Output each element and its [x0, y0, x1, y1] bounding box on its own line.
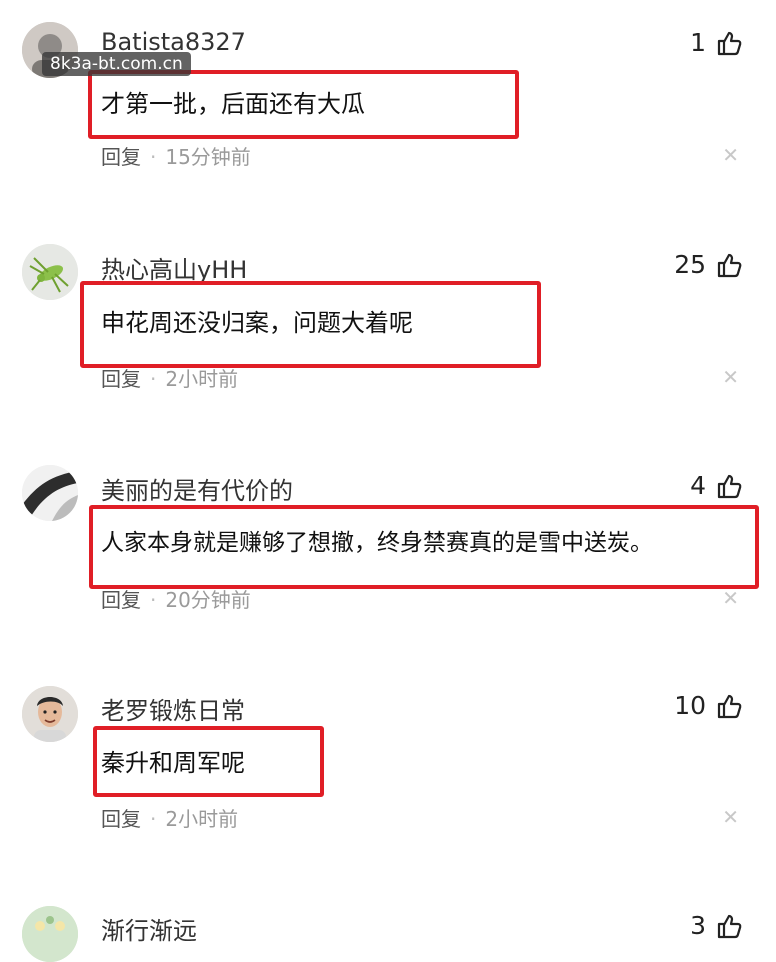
like-button[interactable]: 10 — [674, 691, 742, 720]
username[interactable]: 老罗锻炼日常 — [101, 691, 245, 726]
timestamp: 2小时前 — [165, 807, 239, 831]
highlight-box — [89, 505, 759, 589]
reply-button[interactable]: 回复 — [101, 807, 141, 831]
close-icon[interactable]: ✕ — [722, 586, 739, 610]
close-icon[interactable]: ✕ — [722, 805, 739, 829]
watermark-label: 8k3a-bt.com.cn — [42, 52, 191, 76]
user-avatar[interactable] — [22, 244, 78, 300]
like-button[interactable]: 3 — [690, 911, 742, 940]
green-avatar-icon — [22, 906, 78, 962]
thumbs-up-icon — [717, 914, 742, 938]
portrait-avatar-icon — [22, 686, 78, 742]
abstract-avatar-icon — [22, 465, 78, 521]
user-avatar[interactable] — [22, 906, 78, 962]
like-button[interactable]: 4 — [690, 471, 742, 500]
username[interactable]: 渐行渐远 — [101, 911, 197, 946]
like-button[interactable]: 25 — [674, 250, 742, 279]
like-count: 4 — [690, 471, 706, 500]
separator-dot: · — [150, 145, 157, 169]
timestamp: 20分钟前 — [165, 588, 251, 612]
like-count: 1 — [690, 28, 706, 57]
highlight-box — [88, 70, 519, 139]
thumbs-up-icon — [717, 474, 742, 498]
close-icon[interactable]: ✕ — [722, 365, 739, 389]
username[interactable]: 热心高山yHH — [101, 250, 247, 285]
comment-meta: 回复 · 15分钟前 — [101, 141, 251, 170]
close-icon[interactable]: ✕ — [722, 143, 739, 167]
highlight-box — [80, 281, 541, 368]
like-count: 25 — [674, 250, 706, 279]
reply-button[interactable]: 回复 — [101, 145, 141, 169]
separator-dot: · — [150, 807, 157, 831]
timestamp: 2小时前 — [165, 367, 239, 391]
separator-dot: · — [150, 367, 157, 391]
like-count: 3 — [690, 911, 706, 940]
like-button[interactable]: 1 — [690, 28, 742, 57]
reply-button[interactable]: 回复 — [101, 588, 141, 612]
like-count: 10 — [674, 691, 706, 720]
user-avatar[interactable] — [22, 686, 78, 742]
highlight-box — [93, 726, 324, 797]
timestamp: 15分钟前 — [165, 145, 251, 169]
separator-dot: · — [150, 588, 157, 612]
thumbs-up-icon — [717, 694, 742, 718]
thumbs-up-icon — [717, 31, 742, 55]
user-avatar[interactable] — [22, 465, 78, 521]
thumbs-up-icon — [717, 253, 742, 277]
comment-meta: 回复 · 2小时前 — [101, 803, 238, 832]
username[interactable]: 美丽的是有代价的 — [101, 471, 293, 506]
grasshopper-avatar-icon — [22, 244, 78, 300]
reply-button[interactable]: 回复 — [101, 367, 141, 391]
